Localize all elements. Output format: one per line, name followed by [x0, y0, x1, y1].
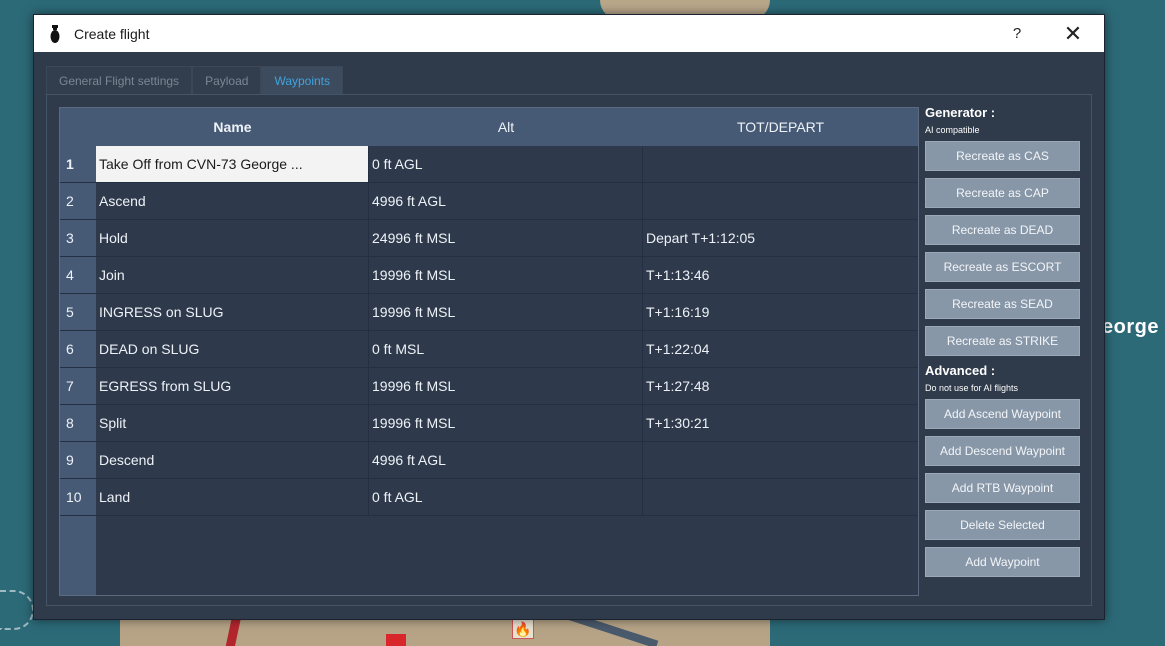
recreate-cas-button[interactable]: Recreate as CAS	[925, 141, 1080, 171]
waypoint-name-cell[interactable]: DEAD on SLUG	[96, 331, 369, 367]
tab-payload[interactable]: Payload	[192, 66, 262, 95]
close-icon[interactable]: ✕	[1050, 15, 1096, 52]
add-waypoint-button[interactable]: Add Waypoint	[925, 547, 1080, 577]
waypoint-name-cell[interactable]: Hold	[96, 220, 369, 256]
map-unit-marker[interactable]	[386, 634, 406, 646]
column-header-alt[interactable]: Alt	[369, 108, 643, 146]
delete-selected-button[interactable]: Delete Selected	[925, 510, 1080, 540]
column-header-tot[interactable]: TOT/DEPART	[643, 108, 918, 146]
row-number[interactable]: 7	[60, 368, 96, 404]
row-number[interactable]: 6	[60, 331, 96, 367]
waypoint-name-cell[interactable]: Take Off from CVN-73 George ...	[96, 146, 369, 182]
waypoint-tot-cell[interactable]: T+1:22:04	[643, 331, 918, 367]
table-header: Name Alt TOT/DEPART	[60, 108, 918, 146]
waypoint-tot-cell[interactable]	[643, 442, 918, 478]
waypoint-tot-cell[interactable]	[643, 146, 918, 182]
row-number[interactable]: 2	[60, 183, 96, 219]
tab-general-flight-settings[interactable]: General Flight settings	[46, 66, 193, 95]
recreate-sead-button[interactable]: Recreate as SEAD	[925, 289, 1080, 319]
table-row[interactable]: 4 Join 19996 ft MSL T+1:13:46	[60, 257, 918, 294]
waypoint-name-cell[interactable]: INGRESS on SLUG	[96, 294, 369, 330]
waypoint-alt-cell[interactable]: 4996 ft AGL	[369, 442, 643, 478]
advanced-title: Advanced :	[925, 363, 996, 378]
waypoint-tot-cell[interactable]: T+1:27:48	[643, 368, 918, 404]
tab-waypoints[interactable]: Waypoints	[261, 66, 344, 95]
recreate-cap-button[interactable]: Recreate as CAP	[925, 178, 1080, 208]
waypoint-alt-cell[interactable]: 4996 ft AGL	[369, 183, 643, 219]
map-compass	[0, 590, 34, 630]
recreate-dead-button[interactable]: Recreate as DEAD	[925, 215, 1080, 245]
corner-cell[interactable]	[60, 108, 96, 146]
waypoint-alt-cell[interactable]: 0 ft AGL	[369, 479, 643, 515]
create-flight-dialog: Create flight ? ✕ General Flight setting…	[33, 14, 1105, 620]
bomb-icon	[48, 24, 62, 43]
generator-subtitle: AI compatible	[925, 125, 980, 135]
add-rtb-waypoint-button[interactable]: Add RTB Waypoint	[925, 473, 1080, 503]
table-row[interactable]: 10 Land 0 ft AGL	[60, 479, 918, 516]
column-header-name[interactable]: Name	[96, 108, 369, 146]
waypoint-name-cell[interactable]: EGRESS from SLUG	[96, 368, 369, 404]
waypoint-name-cell[interactable]: Descend	[96, 442, 369, 478]
window-title: Create flight	[74, 25, 150, 42]
table-row[interactable]: 2 Ascend 4996 ft AGL	[60, 183, 918, 220]
tab-bar: General Flight settings Payload Waypoint…	[46, 66, 344, 95]
waypoint-tot-cell[interactable]: Depart T+1:12:05	[643, 220, 918, 256]
waypoint-name-cell[interactable]: Join	[96, 257, 369, 293]
add-descend-waypoint-button[interactable]: Add Descend Waypoint	[925, 436, 1080, 466]
fire-icon[interactable]: 🔥	[512, 619, 534, 639]
help-icon[interactable]: ?	[994, 15, 1040, 52]
table-row[interactable]: 9 Descend 4996 ft AGL	[60, 442, 918, 479]
row-number[interactable]: 9	[60, 442, 96, 478]
row-number[interactable]: 5	[60, 294, 96, 330]
add-ascend-waypoint-button[interactable]: Add Ascend Waypoint	[925, 399, 1080, 429]
waypoint-alt-cell[interactable]: 19996 ft MSL	[369, 368, 643, 404]
row-number[interactable]: 8	[60, 405, 96, 441]
waypoint-alt-cell[interactable]: 19996 ft MSL	[369, 294, 643, 330]
waypoint-tot-cell[interactable]	[643, 479, 918, 515]
table-row[interactable]: 3 Hold 24996 ft MSL Depart T+1:12:05	[60, 220, 918, 257]
waypoint-alt-cell[interactable]: 0 ft MSL	[369, 331, 643, 367]
waypoint-tot-cell[interactable]	[643, 183, 918, 219]
waypoint-tot-cell[interactable]: T+1:30:21	[643, 405, 918, 441]
table-row[interactable]: 8 Split 19996 ft MSL T+1:30:21	[60, 405, 918, 442]
waypoints-panel: Name Alt TOT/DEPART 1 Take Off from CVN-…	[46, 94, 1092, 606]
waypoint-alt-cell[interactable]: 19996 ft MSL	[369, 257, 643, 293]
row-number[interactable]: 3	[60, 220, 96, 256]
waypoint-tot-cell[interactable]: T+1:13:46	[643, 257, 918, 293]
waypoint-alt-cell[interactable]: 0 ft AGL	[369, 146, 643, 182]
waypoint-table[interactable]: Name Alt TOT/DEPART 1 Take Off from CVN-…	[59, 107, 919, 596]
advanced-subtitle: Do not use for AI flights	[925, 383, 1019, 393]
table-row[interactable]: 7 EGRESS from SLUG 19996 ft MSL T+1:27:4…	[60, 368, 918, 405]
table-row[interactable]: 5 INGRESS on SLUG 19996 ft MSL T+1:16:19	[60, 294, 918, 331]
table-row[interactable]: 1 Take Off from CVN-73 George ... 0 ft A…	[60, 146, 918, 183]
map-label: eorge	[1102, 316, 1159, 338]
row-number[interactable]: 1	[60, 146, 96, 182]
waypoint-name-cell[interactable]: Ascend	[96, 183, 369, 219]
row-number[interactable]: 10	[60, 479, 96, 515]
waypoint-tot-cell[interactable]: T+1:16:19	[643, 294, 918, 330]
side-panel: Generator : AI compatible Recreate as CA…	[925, 105, 1085, 584]
waypoint-name-cell[interactable]: Land	[96, 479, 369, 515]
table-row[interactable]: 6 DEAD on SLUG 0 ft MSL T+1:22:04	[60, 331, 918, 368]
recreate-strike-button[interactable]: Recreate as STRIKE	[925, 326, 1080, 356]
generator-title: Generator :	[925, 105, 996, 120]
recreate-escort-button[interactable]: Recreate as ESCORT	[925, 252, 1080, 282]
waypoint-alt-cell[interactable]: 24996 ft MSL	[369, 220, 643, 256]
waypoint-alt-cell[interactable]: 19996 ft MSL	[369, 405, 643, 441]
waypoint-name-cell[interactable]: Split	[96, 405, 369, 441]
row-number[interactable]: 4	[60, 257, 96, 293]
titlebar: Create flight ? ✕	[34, 15, 1104, 52]
